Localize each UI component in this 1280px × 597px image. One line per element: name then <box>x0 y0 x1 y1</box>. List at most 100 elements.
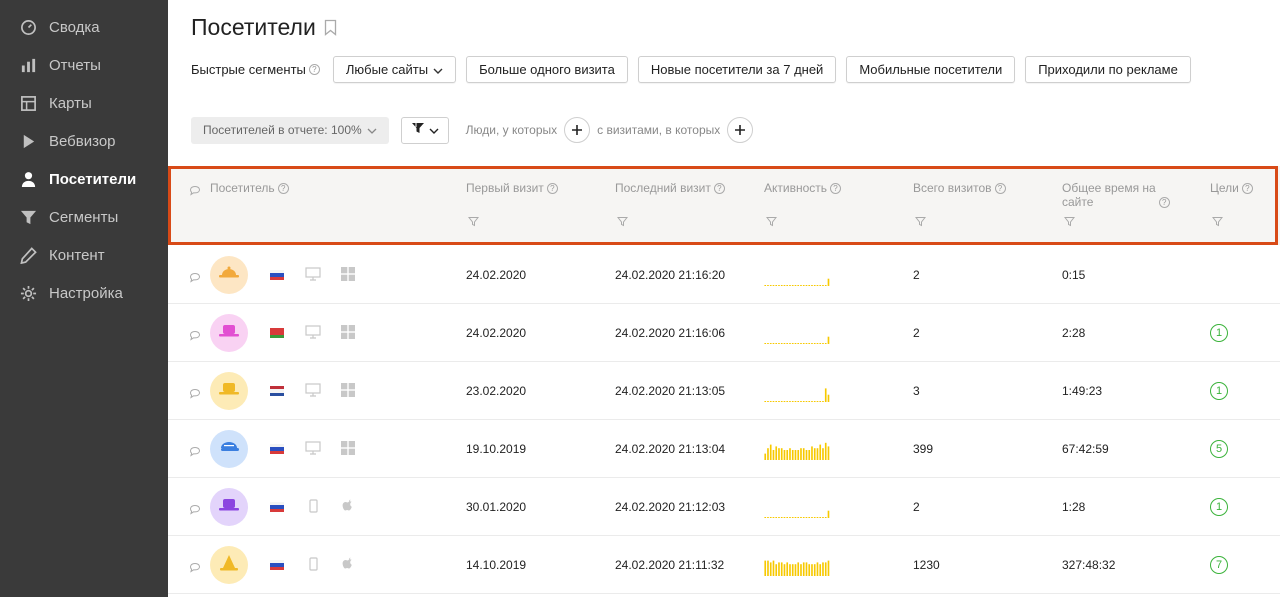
column-header-activity[interactable]: Активность? <box>764 181 842 195</box>
table-row[interactable]: 19.10.2019 24.02.2020 21:13:04 399 67:42:59… <box>168 420 1280 478</box>
activity-baseline-dot <box>783 517 786 518</box>
activity-bar <box>800 564 802 576</box>
sidebar-item-5[interactable]: Посетители <box>0 160 168 198</box>
windows-icon <box>340 440 356 461</box>
with-visits-label: с визитами, в которых <box>597 123 721 137</box>
avatar[interactable] <box>210 256 248 294</box>
avatar[interactable] <box>210 314 248 352</box>
activity-baseline-dot <box>775 343 778 344</box>
more-than-one-visit-button[interactable]: Больше одного визита <box>466 56 628 83</box>
avatar[interactable] <box>210 488 248 526</box>
bookmark-icon[interactable] <box>324 19 337 41</box>
activity-baseline-dot <box>802 285 805 286</box>
came-from-ads-button[interactable]: Приходили по рекламе <box>1025 56 1191 83</box>
activity-baseline-dot <box>819 343 822 344</box>
table-row[interactable]: 24.02.2020 24.02.2020 21:16:20 2 0:15 <box>168 246 1280 304</box>
column-filter-icon[interactable] <box>1063 214 1076 232</box>
apple-icon <box>340 498 356 519</box>
filter-dropdown-button[interactable] <box>400 116 449 144</box>
column-header-last-visit[interactable]: Последний визит? <box>615 181 725 195</box>
activity-bar <box>802 562 805 576</box>
activity-bar <box>822 562 824 576</box>
goals-badge[interactable]: 1 <box>1210 382 1228 400</box>
help-icon[interactable]: ? <box>308 64 320 75</box>
activity-bar <box>808 450 811 460</box>
time-cell: 2:28 <box>1062 326 1086 340</box>
first-visit-cell: 30.01.2020 <box>466 500 527 514</box>
column-header-label-line1: Цели <box>1210 181 1239 195</box>
gear-icon <box>19 284 37 302</box>
activity-baseline-dot <box>791 517 794 518</box>
any-sites-button[interactable]: Любые сайты <box>332 56 457 83</box>
activity-baseline-dot <box>794 401 797 402</box>
comment-icon[interactable] <box>189 386 201 404</box>
help-icon[interactable]: ? <box>1241 183 1253 194</box>
column-header-visitor[interactable]: Посетитель? <box>210 181 289 195</box>
sidebar-item-6[interactable]: Сегменты <box>0 198 168 236</box>
table-row[interactable]: 14.10.2019 24.02.2020 21:11:32 1230 327:48:… <box>168 536 1280 594</box>
visitors-in-report-button[interactable]: Посетителей в отчете: 100% <box>191 116 389 144</box>
table-row[interactable]: 23.02.2020 24.02.2020 21:13:05 3 1:49:23 1 <box>168 362 1280 420</box>
column-header-total-time[interactable]: Общее время на сайте? <box>1062 181 1170 209</box>
activity-bar <box>775 564 778 576</box>
goals-badge[interactable]: 1 <box>1210 324 1228 342</box>
sidebar-item-label: Карты <box>49 94 92 112</box>
activity-baseline-dot <box>816 401 819 402</box>
chevron-down-icon <box>433 62 443 77</box>
sidebar-item-8[interactable]: Настройка <box>0 274 168 312</box>
goals-badge[interactable]: 5 <box>1210 440 1228 458</box>
column-filter-icon[interactable] <box>467 214 480 232</box>
windows-icon <box>340 324 356 345</box>
new-visitors-7-days-button[interactable]: Новые посетители за 7 дней <box>637 56 837 83</box>
avatar[interactable] <box>210 546 248 584</box>
column-filter-icon[interactable] <box>616 214 629 232</box>
comment-icon[interactable] <box>189 502 201 520</box>
activity-baseline-dot <box>819 517 822 518</box>
column-header-total-visits[interactable]: Всего визитов? <box>913 181 1006 195</box>
activity-bar <box>805 562 808 576</box>
column-filter-icon[interactable] <box>914 214 927 232</box>
table-row[interactable]: 30.01.2020 24.02.2020 21:12:03 2 1:28 1 <box>168 478 1280 536</box>
sidebar-item-2[interactable]: Отчеты <box>0 46 168 84</box>
add-visit-condition-button[interactable] <box>727 117 754 143</box>
activity-baseline-dot <box>767 343 769 344</box>
time-cell: 1:49:23 <box>1062 384 1103 398</box>
sidebar-item-label: Вебвизор <box>49 132 116 150</box>
country-flag-icon <box>270 386 284 396</box>
help-icon[interactable]: ? <box>713 183 725 194</box>
comment-icon[interactable] <box>189 444 201 462</box>
sidebar-item-4[interactable]: Вебвизор <box>0 122 168 160</box>
bar-chart-icon <box>19 56 37 74</box>
help-icon[interactable]: ? <box>277 183 289 194</box>
sidebar-item-7[interactable]: Контент <box>0 236 168 274</box>
table-row[interactable]: 24.02.2020 24.02.2020 21:16:06 2 2:28 1 <box>168 304 1280 362</box>
comment-icon[interactable] <box>189 270 201 288</box>
avatar[interactable] <box>210 430 248 468</box>
help-icon[interactable]: ? <box>994 183 1006 194</box>
activity-bar <box>764 453 767 460</box>
help-icon[interactable]: ? <box>546 183 558 194</box>
sidebar-item-3[interactable]: Карты <box>0 84 168 122</box>
desktop-icon <box>305 383 321 402</box>
column-header-label-line2: сайте <box>1062 195 1094 209</box>
goals-badge[interactable]: 7 <box>1210 556 1228 574</box>
add-people-condition-button[interactable] <box>564 117 591 143</box>
column-header-goals[interactable]: Цели? <box>1210 181 1253 195</box>
mobile-visitors-button[interactable]: Мобильные посетители <box>846 56 1016 83</box>
time-cell: 67:42:59 <box>1062 442 1109 456</box>
first-visit-cell: 19.10.2019 <box>466 442 527 456</box>
avatar[interactable] <box>210 372 248 410</box>
help-icon[interactable]: ? <box>1158 197 1170 208</box>
comment-icon[interactable] <box>189 560 201 578</box>
activity-baseline-dot <box>775 285 778 286</box>
sidebar-item-1[interactable]: Сводка <box>0 8 168 46</box>
column-filter-icon[interactable] <box>765 214 778 232</box>
column-header-first-visit[interactable]: Первый визит? <box>466 181 558 195</box>
goals-badge[interactable]: 1 <box>1210 498 1228 516</box>
activity-sparkline <box>764 278 830 286</box>
activity-bar <box>778 562 780 576</box>
comment-icon[interactable] <box>189 328 201 346</box>
help-icon[interactable]: ? <box>830 183 842 194</box>
column-filter-icon[interactable] <box>1211 214 1224 232</box>
activity-baseline-dot <box>805 401 808 402</box>
